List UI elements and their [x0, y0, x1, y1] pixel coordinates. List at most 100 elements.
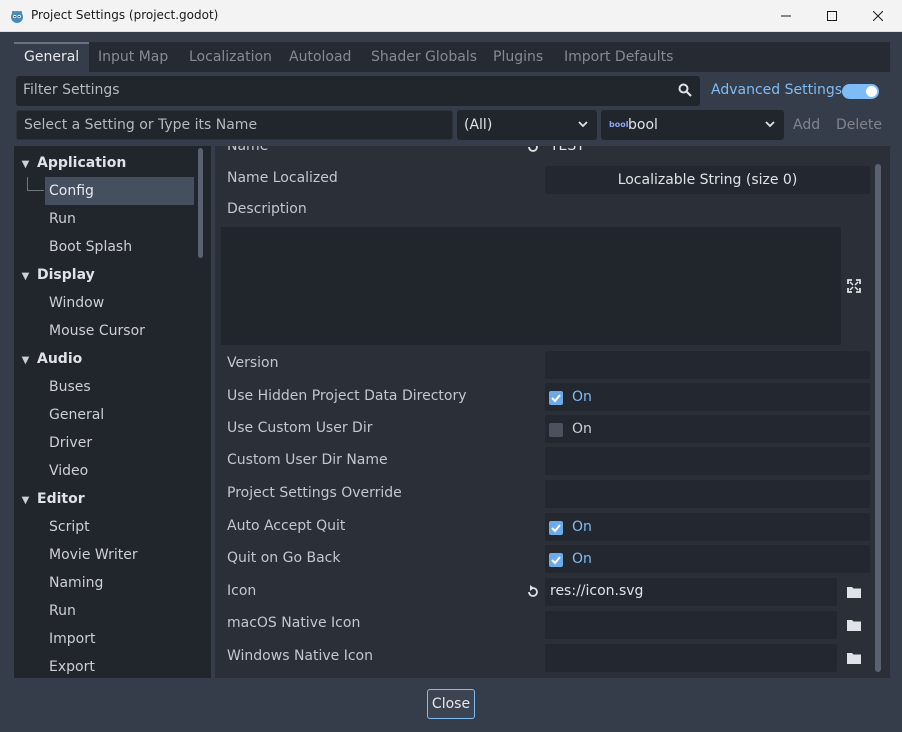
icon-path-value: res://icon.svg: [550, 583, 644, 599]
property-label: Description: [227, 201, 307, 217]
property-label: Use Hidden Project Data Directory: [227, 388, 467, 404]
tree-connector-line: [27, 190, 44, 191]
minimize-button[interactable]: [763, 0, 809, 32]
property-label: Custom User Dir Name: [227, 452, 388, 468]
close-button[interactable]: Close: [427, 689, 475, 719]
tree-item-window[interactable]: Window: [49, 289, 104, 317]
property-label: Name: [227, 146, 269, 154]
settings-category-tree: ▼ Application Config Run Boot Splash ▼ Dis…: [14, 146, 211, 678]
inspector-scrollbar[interactable]: [875, 164, 881, 672]
maximize-icon: [827, 11, 837, 21]
collapse-arrow-icon: ▼: [21, 495, 30, 506]
godot-logo-icon: [11, 11, 23, 23]
property-label: Quit on Go Back: [227, 550, 341, 566]
checkbox-state-label: On: [572, 389, 592, 405]
close-window-button[interactable]: [855, 0, 901, 32]
tree-scrollbar[interactable]: [198, 148, 203, 258]
property-label: Use Custom User Dir: [227, 420, 373, 436]
property-value-name[interactable]: TEST: [550, 146, 585, 154]
window-title: Project Settings (project.godot): [31, 8, 219, 22]
property-label: Version: [227, 355, 279, 371]
collapse-arrow-icon: ▼: [21, 159, 30, 170]
chevron-down-icon: [765, 121, 775, 128]
tree-category-audio[interactable]: ▼ Audio: [14, 345, 83, 373]
tab-input-map[interactable]: Input Map: [88, 42, 178, 72]
tree-item-import[interactable]: Import: [49, 625, 95, 653]
maximize-button[interactable]: [809, 0, 855, 32]
tree-item-export[interactable]: Export: [49, 653, 95, 678]
custom-user-dir-name-field[interactable]: [545, 447, 870, 475]
checkbox-state-label: On: [572, 551, 592, 567]
tree-item-boot-splash[interactable]: Boot Splash: [49, 233, 132, 261]
icon-path-field[interactable]: res://icon.svg: [545, 578, 837, 606]
scope-select-value: (All): [464, 117, 493, 133]
close-icon: [873, 11, 883, 21]
tab-autoload[interactable]: Autoload: [279, 42, 361, 72]
windows-native-icon-field[interactable]: [545, 644, 837, 672]
checkmark-icon: [551, 556, 561, 565]
tree-item-naming[interactable]: Naming: [49, 569, 103, 597]
tree-item-driver[interactable]: Driver: [49, 429, 92, 457]
type-select[interactable]: bool bool: [601, 110, 784, 140]
description-textarea[interactable]: [221, 227, 841, 345]
expand-icon[interactable]: [847, 279, 861, 293]
setting-name-input[interactable]: Select a Setting or Type its Name: [16, 110, 453, 140]
tree-category-application[interactable]: ▼ Application: [14, 149, 127, 177]
delete-button[interactable]: Delete: [836, 117, 882, 133]
tree-category-display[interactable]: ▼ Display: [14, 261, 95, 289]
version-field[interactable]: [545, 351, 870, 379]
tree-item-video[interactable]: Video: [49, 457, 88, 485]
property-label: Name Localized: [227, 170, 338, 186]
tree-item-general[interactable]: General: [49, 401, 104, 429]
revert-icon[interactable]: [526, 585, 540, 599]
revert-icon[interactable]: [526, 146, 540, 154]
tree-item-script[interactable]: Script: [49, 513, 90, 541]
window-title-bar: Project Settings (project.godot): [0, 0, 902, 32]
use-custom-user-dir-field: [545, 415, 870, 443]
folder-icon[interactable]: [847, 586, 861, 598]
tree-item-run[interactable]: Run: [49, 597, 76, 625]
tree-connector-line: [27, 177, 28, 191]
folder-icon[interactable]: [847, 652, 861, 664]
tree-category-editor[interactable]: ▼ Editor: [14, 485, 85, 513]
tree-category-label: Editor: [37, 491, 85, 507]
tree-item-buses[interactable]: Buses: [49, 373, 91, 401]
collapse-arrow-icon: ▼: [21, 355, 30, 366]
setting-name-placeholder: Select a Setting or Type its Name: [24, 117, 258, 133]
tree-item-movie-writer[interactable]: Movie Writer: [49, 541, 138, 569]
tab-import-defaults[interactable]: Import Defaults: [554, 42, 683, 72]
property-label: Project Settings Override: [227, 485, 402, 501]
minimize-icon: [781, 15, 791, 17]
tab-plugins[interactable]: Plugins: [483, 42, 553, 72]
use-custom-user-dir-checkbox[interactable]: [549, 423, 563, 437]
localizable-string-button[interactable]: Localizable String (size 0): [545, 166, 870, 194]
chevron-down-icon: [578, 121, 588, 128]
tree-item-run[interactable]: Run: [49, 205, 76, 233]
settings-inspector: Name TEST Name Localized Localizable Str…: [215, 146, 890, 678]
checkbox-state-label: On: [572, 519, 592, 535]
property-label: Windows Native Icon: [227, 648, 373, 664]
property-label: macOS Native Icon: [227, 615, 361, 631]
quit-on-go-back-checkbox[interactable]: [549, 553, 563, 567]
filter-settings-input[interactable]: Filter Settings: [16, 76, 700, 106]
filter-placeholder: Filter Settings: [23, 82, 120, 98]
macos-native-icon-field[interactable]: [545, 611, 837, 639]
add-setting-row: Select a Setting or Type its Name (All) …: [14, 110, 890, 142]
tree-item-config[interactable]: Config: [45, 177, 194, 205]
use-hidden-dir-checkbox[interactable]: [549, 391, 563, 405]
advanced-settings-toggle[interactable]: [842, 84, 879, 99]
tab-localization[interactable]: Localization: [179, 42, 282, 72]
filter-row: Filter Settings Advanced Settings: [14, 76, 890, 106]
tab-general[interactable]: General: [14, 42, 90, 72]
project-settings-override-field[interactable]: [545, 480, 870, 508]
tree-item-mouse-cursor[interactable]: Mouse Cursor: [49, 317, 145, 345]
add-button[interactable]: Add: [793, 117, 820, 133]
auto-accept-quit-checkbox[interactable]: [549, 521, 563, 535]
auto-accept-quit-field: [545, 513, 870, 541]
scope-select[interactable]: (All): [457, 110, 597, 140]
tab-shader-globals[interactable]: Shader Globals: [361, 42, 487, 72]
quit-on-go-back-field: [545, 545, 870, 573]
search-icon: [678, 83, 692, 97]
tree-category-label: Audio: [37, 351, 83, 367]
folder-icon[interactable]: [847, 619, 861, 631]
